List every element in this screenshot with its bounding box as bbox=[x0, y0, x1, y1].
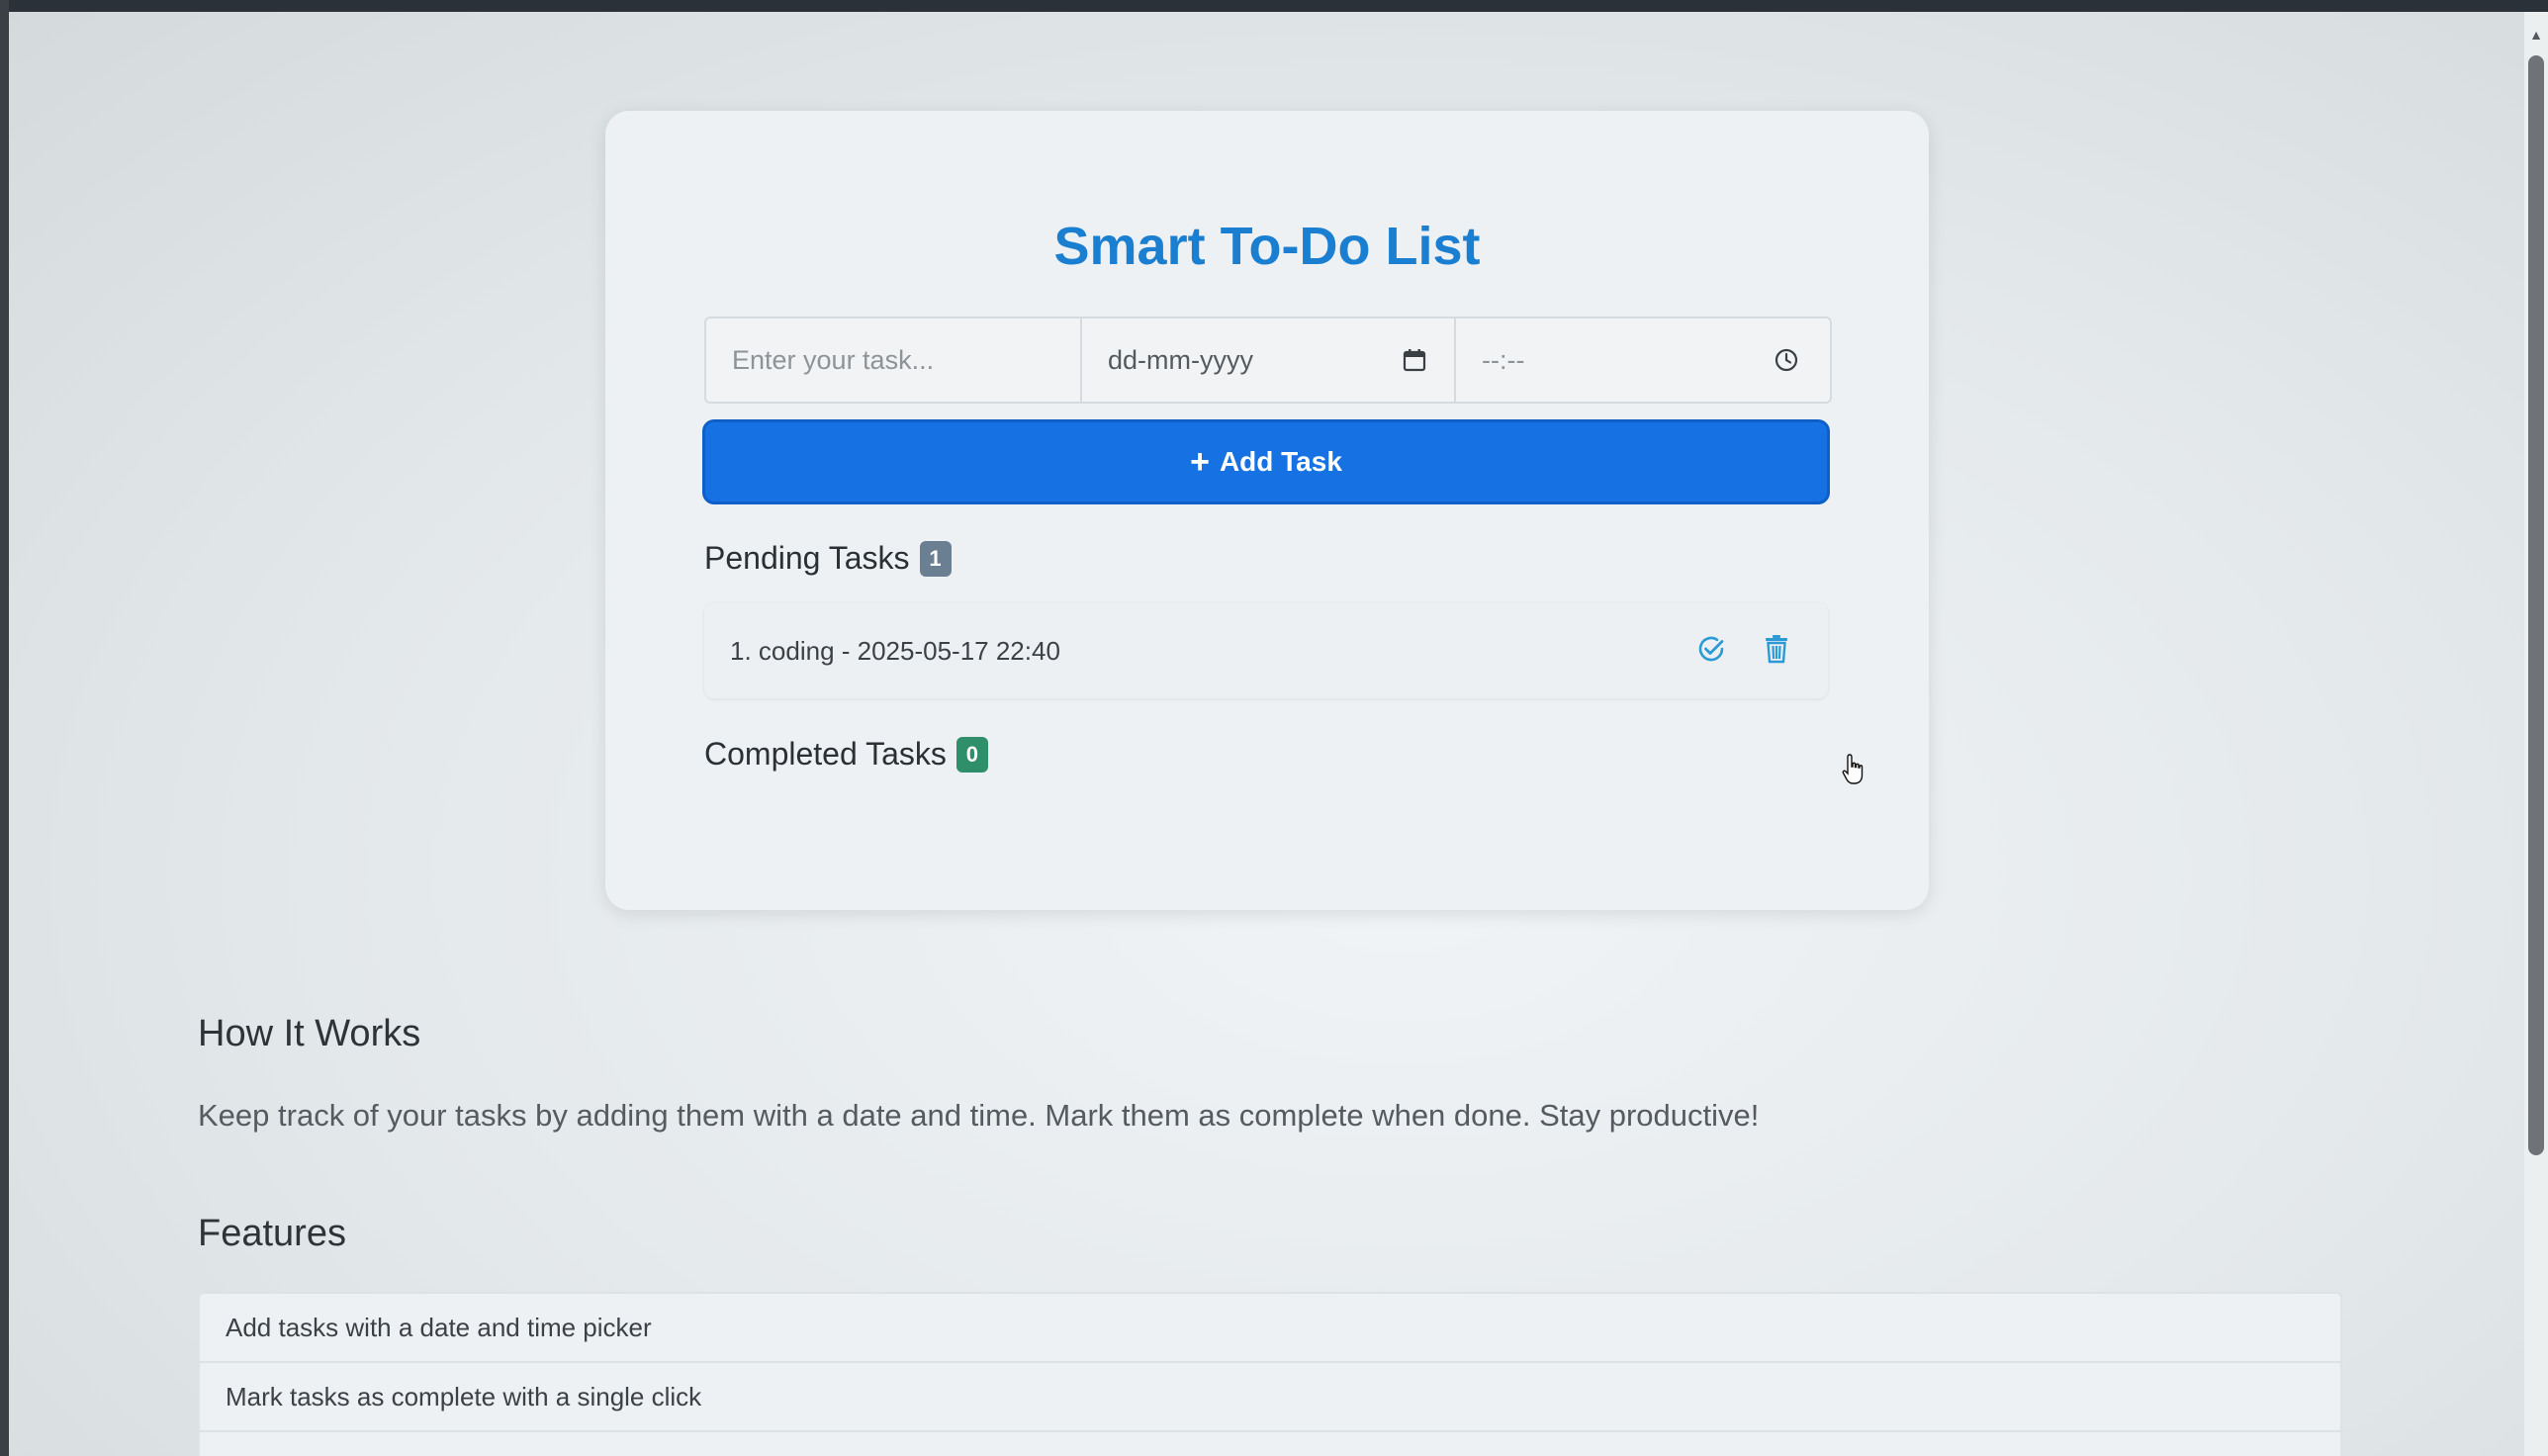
time-input[interactable]: --:-- bbox=[1454, 318, 1826, 402]
trash-icon[interactable] bbox=[1761, 633, 1792, 665]
date-input[interactable]: dd-mm-yyyy bbox=[1080, 318, 1454, 402]
window-left-edge bbox=[0, 0, 9, 1456]
completed-tasks-header: Completed Tasks 0 bbox=[704, 736, 988, 773]
task-item-text: 1. coding - 2025-05-17 22:40 bbox=[730, 635, 1060, 666]
task-input[interactable]: Enter your task... bbox=[706, 318, 1080, 402]
todo-card: Smart To-Do List Enter your task... dd-m… bbox=[605, 111, 1929, 910]
time-input-value: --:-- bbox=[1482, 344, 1525, 375]
scrollbar-thumb[interactable] bbox=[2528, 55, 2544, 1155]
scroll-up-arrow-icon[interactable]: ▲ bbox=[2529, 28, 2543, 42]
task-actions bbox=[1695, 633, 1792, 665]
pending-tasks-header: Pending Tasks 1 bbox=[704, 540, 952, 577]
browser-viewport: ▲ Smart To-Do List Enter your task... dd… bbox=[0, 0, 2548, 1456]
clock-icon[interactable] bbox=[1774, 348, 1798, 372]
how-it-works-heading: How It Works bbox=[198, 1013, 421, 1054]
vertical-scrollbar[interactable]: ▲ bbox=[2524, 12, 2548, 1456]
calendar-icon[interactable] bbox=[1403, 348, 1426, 372]
feature-item: Mark tasks as complete with a single cli… bbox=[200, 1363, 2340, 1432]
task-input-row: Enter your task... dd-mm-yyyy --:-- bbox=[704, 317, 1832, 404]
completed-count-badge: 0 bbox=[956, 736, 988, 773]
pending-task-item: 1. coding - 2025-05-17 22:40 bbox=[704, 603, 1828, 698]
hand-pointer-icon bbox=[1841, 753, 1866, 786]
pending-tasks-title: Pending Tasks bbox=[704, 540, 910, 576]
add-task-button[interactable]: + Add Task bbox=[702, 419, 1864, 784]
how-it-works-text: Keep track of your tasks by adding them … bbox=[198, 1098, 1760, 1133]
plus-icon: + bbox=[1190, 443, 1210, 481]
add-task-label: Add Task bbox=[1219, 446, 1342, 477]
feature-item: Add tasks with a date and time picker bbox=[200, 1294, 2340, 1363]
pending-count-badge: 1 bbox=[919, 540, 952, 577]
features-list: Add tasks with a date and time picker Ma… bbox=[198, 1292, 2342, 1456]
date-input-value: dd-mm-yyyy bbox=[1108, 344, 1253, 375]
completed-tasks-title: Completed Tasks bbox=[704, 736, 947, 772]
feature-item: Delete tasks individually bbox=[200, 1432, 2340, 1456]
features-heading: Features bbox=[198, 1213, 346, 1254]
window-top-edge bbox=[0, 0, 2548, 12]
app-title: Smart To-Do List bbox=[1053, 217, 1481, 276]
check-circle-icon[interactable] bbox=[1695, 633, 1727, 665]
